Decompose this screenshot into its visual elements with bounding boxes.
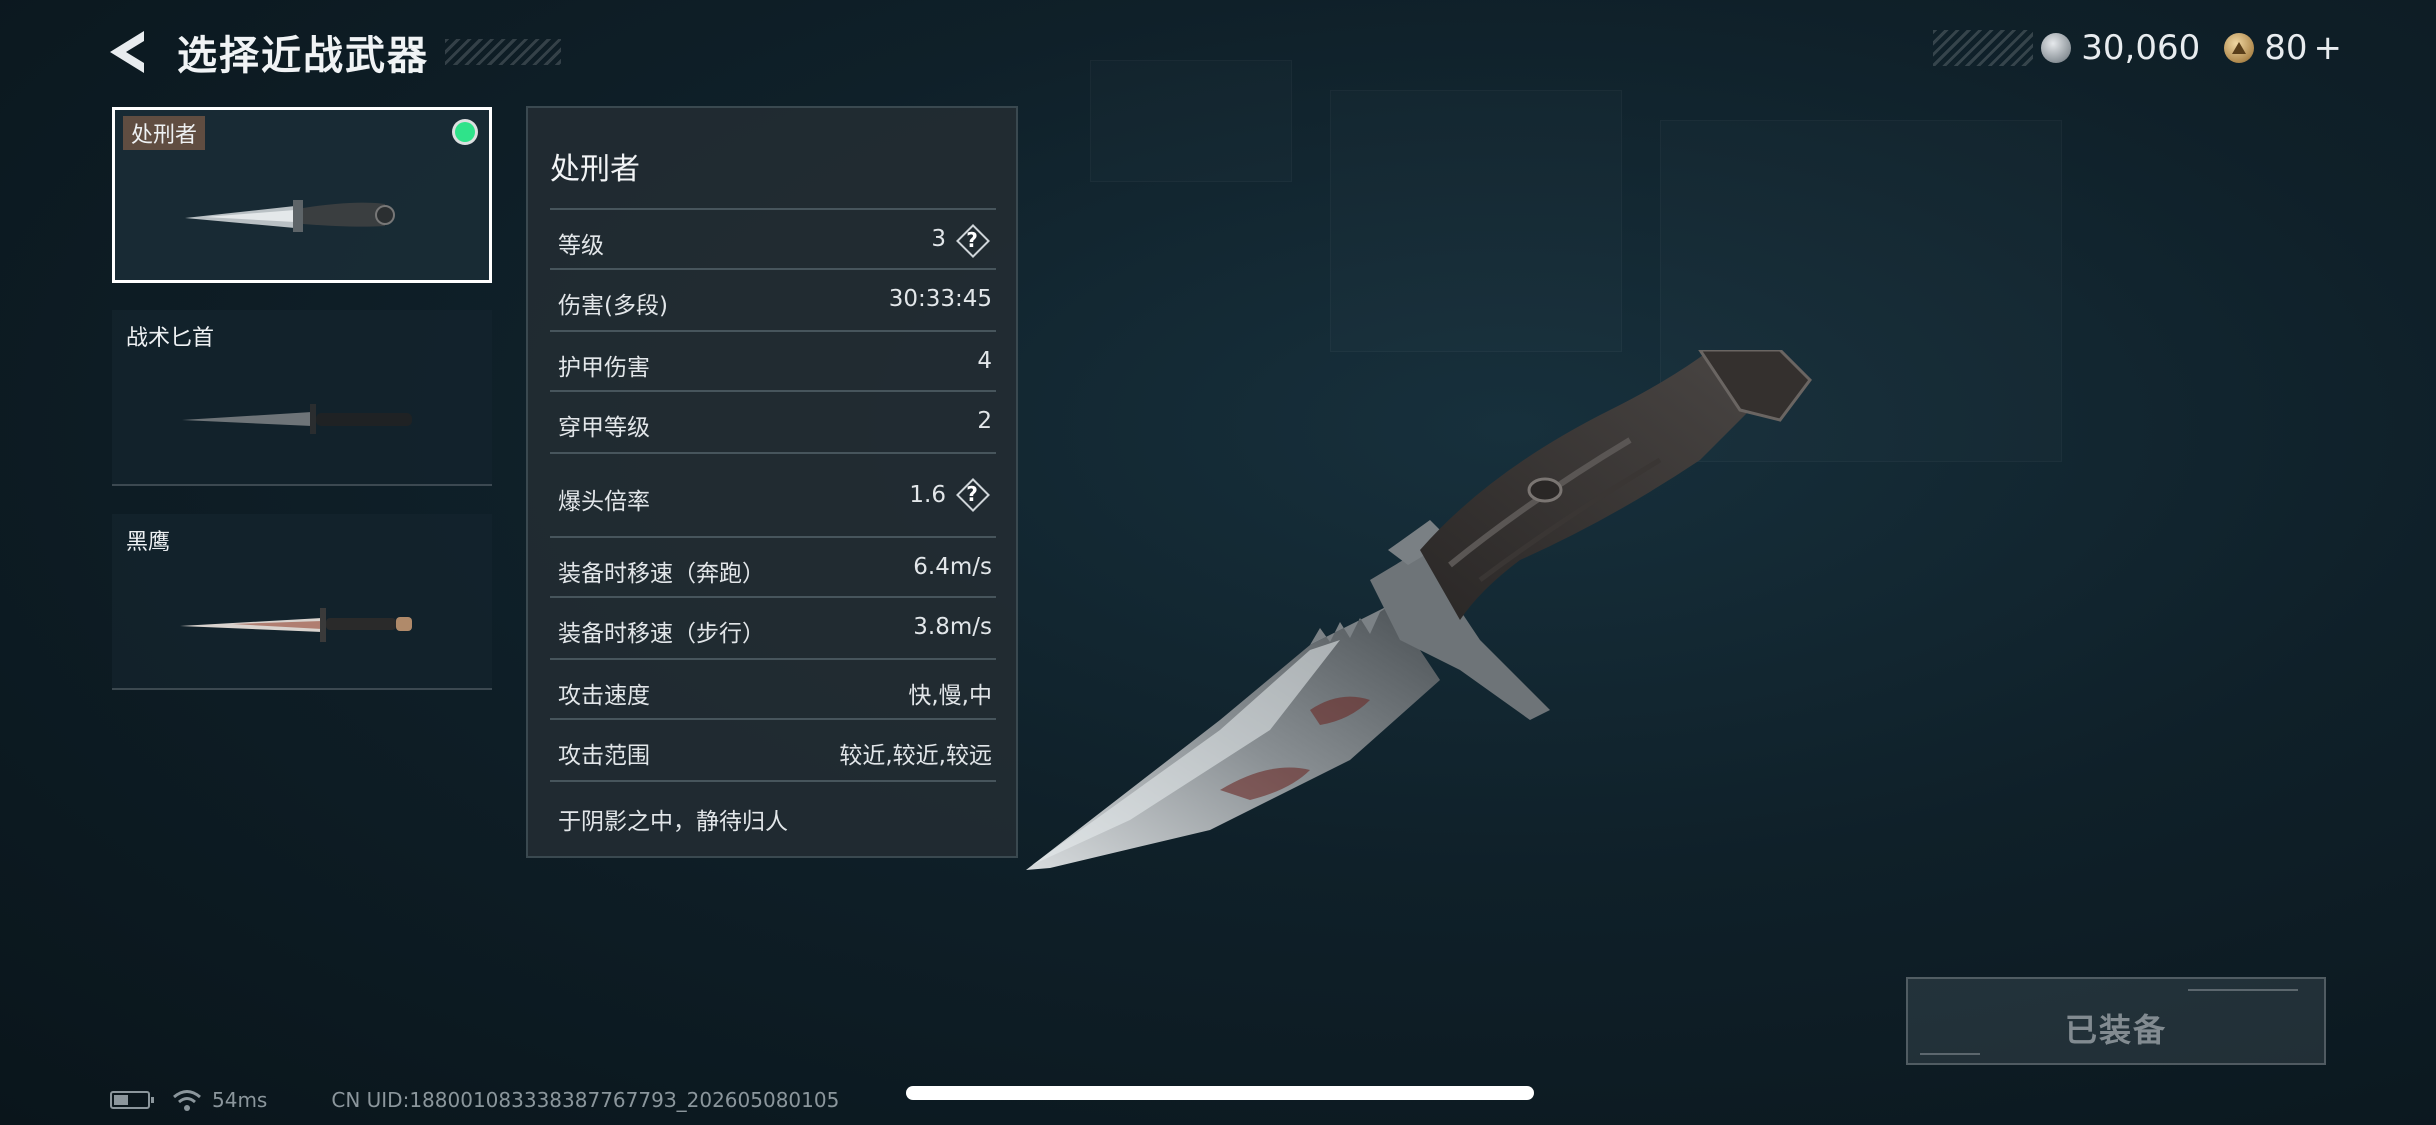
stat-label: 爆头倍率 (558, 489, 650, 515)
weapon-card-label: 处刑者 (123, 116, 206, 150)
back-arrow-icon (110, 31, 144, 73)
background-panel (1090, 60, 1292, 182)
ping-value: 54ms (212, 1088, 268, 1112)
tactical-dagger-icon (182, 404, 412, 434)
knife-handle (1420, 350, 1812, 620)
weapon-card-executioner[interactable]: 处刑者 (112, 107, 492, 283)
page-title: 选择近战武器 (177, 33, 429, 79)
stat-value: 1.6 (909, 482, 946, 508)
executioner-knife-icon (185, 200, 395, 232)
button-decoration (2188, 989, 2298, 991)
wifi-icon (173, 1090, 201, 1111)
weapon-card-label: 黑鹰 (126, 530, 171, 555)
help-icon[interactable]: ? (956, 224, 990, 258)
button-decoration (1920, 1053, 1980, 1055)
stat-value: 3 (931, 226, 946, 252)
stat-row-damage: 伤害(多段) 30:33:45 (550, 268, 996, 332)
stat-value: 较近,较近,较远 (839, 743, 992, 769)
silver-balance: 30,060 (2081, 28, 2201, 68)
currency-decoration (1933, 30, 2034, 66)
stat-value: 快,慢,中 (908, 683, 992, 709)
weapon-card-tactical-dagger[interactable]: 战术匕首 (112, 310, 492, 486)
stat-row-headshot: 爆头倍率 1.6 ? (550, 452, 996, 538)
equipped-button[interactable]: 已装备 (1906, 977, 2326, 1065)
home-indicator[interactable] (906, 1086, 1534, 1100)
weapon-model-preview[interactable] (1010, 350, 1830, 890)
gold-balance: 80 (2264, 28, 2308, 68)
weapon-name: 处刑者 (550, 152, 640, 187)
stat-row-penetration: 穿甲等级 2 (550, 390, 996, 454)
gold-coin-icon (2224, 33, 2255, 63)
silver-coin-icon (2041, 33, 2072, 63)
stat-row-run-speed: 装备时移速（奔跑） 6.4m/s (550, 536, 996, 598)
header: 选择近战武器 (105, 22, 561, 82)
title-decoration (445, 39, 561, 65)
stat-label: 等级 (558, 233, 604, 259)
stat-value: 2 (977, 408, 992, 434)
stat-value: 6.4m/s (913, 554, 992, 580)
stat-label: 装备时移速（步行） (558, 621, 765, 647)
description-divider (550, 780, 996, 782)
stat-value: 3.8m/s (913, 614, 992, 640)
weapon-card-label: 战术匕首 (126, 326, 215, 351)
battery-level-fill (114, 1095, 129, 1105)
help-icon[interactable]: ? (956, 478, 990, 512)
stat-row-attack-range: 攻击范围 较近,较近,较远 (550, 718, 996, 782)
stat-label: 攻击范围 (558, 743, 650, 769)
help-question-mark: ? (966, 228, 978, 252)
weapon-card-black-hawk[interactable]: 黑鹰 (112, 514, 492, 690)
stat-value: 4 (977, 348, 992, 374)
stat-value: 30:33:45 (888, 286, 992, 312)
player-uid: CN UID:18800108333838776779З_20260508010… (331, 1088, 840, 1112)
currency-bar: 30,060 80 + (1933, 28, 2343, 68)
background-panel (1330, 90, 1622, 352)
weapon-description: 于阴影之中，静待归人 (558, 809, 788, 835)
help-question-mark: ? (966, 482, 978, 506)
add-currency-button[interactable]: + (2314, 28, 2343, 68)
stat-label: 攻击速度 (558, 683, 650, 709)
stat-row-attack-speed: 攻击速度 快,慢,中 (550, 658, 996, 720)
stat-label: 护甲伤害 (558, 355, 650, 381)
battery-icon (110, 1091, 154, 1109)
weapon-stats-panel: 处刑者 等级 3 ? 伤害(多段) 30:33:45 护甲伤害 4 穿甲等级 2… (526, 106, 1018, 858)
stat-label: 伤害(多段) (558, 293, 668, 319)
stat-label: 穿甲等级 (558, 415, 650, 441)
stat-row-level: 等级 3 ? (550, 208, 996, 270)
status-bar: 54ms CN UID:18800108333838776779З_202605… (110, 1086, 839, 1114)
equipped-indicator-icon (455, 122, 475, 142)
black-hawk-knife-icon (180, 608, 412, 642)
stat-row-armor-damage: 护甲伤害 4 (550, 330, 996, 392)
knife-blade (1026, 605, 1440, 870)
equipped-label: 已装备 (2064, 1011, 2167, 1049)
stat-row-walk-speed: 装备时移速（步行） 3.8m/s (550, 596, 996, 660)
stat-label: 装备时移速（奔跑） (558, 561, 765, 587)
back-button[interactable] (105, 22, 151, 82)
